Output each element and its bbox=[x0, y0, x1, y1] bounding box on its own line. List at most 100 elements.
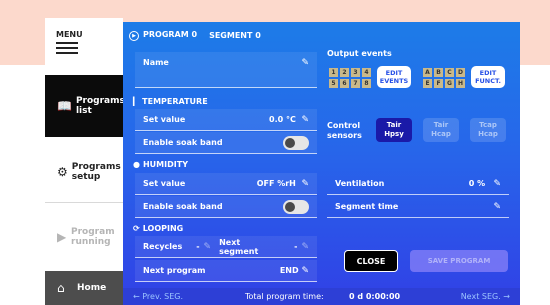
save-program-button[interactable]: SAVE PROGRAM bbox=[410, 250, 508, 272]
sensor-option-tcap-hcap[interactable]: Tcap Hcap bbox=[470, 118, 506, 142]
edit-events-line1: EDIT bbox=[385, 69, 403, 77]
event-letter: C bbox=[445, 68, 454, 77]
humidity-section-label: HUMIDITY bbox=[142, 160, 188, 169]
sidebar-item-label: Programs list bbox=[75, 96, 125, 116]
play-circle-icon: ▶ bbox=[57, 230, 67, 244]
next-program-row[interactable]: Next program END ✎ bbox=[135, 260, 317, 282]
pencil-icon[interactable]: ✎ bbox=[301, 115, 309, 125]
program-label: PROGRAM 0 bbox=[143, 30, 198, 39]
pencil-icon[interactable]: ✎ bbox=[301, 58, 309, 68]
arrow-right-icon: → bbox=[503, 292, 510, 301]
temperature-soak-band-label: Enable soak band bbox=[143, 138, 223, 147]
temperature-set-value-row[interactable]: Set value 0.0 °C ✎ bbox=[135, 109, 317, 131]
sidebar-item-programs-list[interactable]: 📖 Programs list bbox=[45, 75, 125, 137]
footer-bar: ← Prev. SEG. Total program time: 0 d 0:0… bbox=[123, 288, 520, 305]
sensor-option-tair-hcap[interactable]: Tair Hcap bbox=[423, 118, 459, 142]
pencil-icon[interactable]: ✎ bbox=[301, 266, 309, 276]
menu-button[interactable]: MENU bbox=[56, 30, 96, 54]
temperature-set-value-label: Set value bbox=[143, 115, 186, 124]
event-numbers-grid: 1 2 3 4 5 6 7 8 bbox=[329, 68, 371, 88]
total-program-time-label: Total program time: bbox=[245, 292, 324, 301]
edit-funct-line1: EDIT bbox=[479, 69, 497, 77]
toggle-knob bbox=[285, 201, 295, 212]
next-program-value: END bbox=[279, 265, 299, 275]
temperature-section-label: TEMPERATURE bbox=[142, 97, 208, 106]
hamburger-icon-line bbox=[56, 52, 78, 54]
prev-segment-button[interactable]: ← Prev. SEG. bbox=[133, 292, 183, 301]
edit-events-line2: EVENTS bbox=[379, 77, 409, 85]
ventilation-unit: % bbox=[477, 178, 486, 188]
program-editor-panel: ▶ PROGRAM 0 SEGMENT 0 Name ✎ ▎ TEMPERATUR… bbox=[123, 22, 520, 305]
segment-time-label: Segment time bbox=[335, 202, 399, 211]
play-icon: ▶ bbox=[129, 31, 139, 41]
event-letter: B bbox=[434, 68, 443, 77]
temperature-unit: °C bbox=[286, 114, 296, 124]
event-letter: F bbox=[434, 79, 443, 88]
next-segment-label: Next SEG. bbox=[460, 292, 501, 301]
control-sensors-label-line2: sensors bbox=[327, 131, 362, 140]
prev-segment-label: Prev. SEG. bbox=[142, 292, 184, 301]
looping-section-label: LOOPING bbox=[142, 224, 184, 233]
event-number: 4 bbox=[362, 68, 371, 77]
event-letter: E bbox=[423, 79, 432, 88]
sidebar-item-home[interactable]: ⌂ Home bbox=[45, 271, 125, 305]
sidebar-item-label: Programs setup bbox=[71, 161, 121, 182]
name-field[interactable]: Name ✎ bbox=[135, 52, 317, 88]
edit-funct-button[interactable]: EDIT FUNCT. bbox=[471, 66, 505, 88]
sensor-line1: Tair bbox=[433, 121, 449, 129]
next-segment-value[interactable]: - bbox=[294, 242, 297, 251]
thermometer-icon: ▎ bbox=[133, 97, 140, 106]
close-button[interactable]: CLOSE bbox=[344, 250, 398, 272]
event-letter: G bbox=[445, 79, 454, 88]
event-number: 5 bbox=[329, 79, 338, 88]
sensor-line2: Hpsy bbox=[384, 130, 404, 138]
temperature-section: ▎ TEMPERATURE bbox=[133, 97, 208, 106]
edit-events-button[interactable]: EDIT EVENTS bbox=[377, 66, 411, 88]
event-number: 6 bbox=[340, 79, 349, 88]
humidity-set-value: OFF bbox=[256, 178, 275, 188]
segment-time-row[interactable]: Segment time ✎ bbox=[327, 196, 509, 218]
sensor-option-tair-hpsy[interactable]: Tair Hpsy bbox=[376, 118, 412, 142]
humidity-set-value-label: Set value bbox=[143, 179, 186, 188]
recycles-label: Recycles bbox=[143, 242, 183, 251]
humidity-soak-band-label: Enable soak band bbox=[143, 202, 223, 211]
event-letter: H bbox=[456, 79, 465, 88]
event-letters-grid: A B C D E F G H bbox=[423, 68, 465, 88]
home-icon: ⌂ bbox=[57, 281, 65, 295]
event-number: 7 bbox=[351, 79, 360, 88]
temperature-soak-band-toggle[interactable] bbox=[283, 135, 309, 150]
sidebar-item-programs-setup[interactable]: ⚙ Programs setup bbox=[45, 141, 125, 203]
next-segment-label: Next segment bbox=[219, 237, 259, 256]
humidity-soak-band-toggle[interactable] bbox=[283, 199, 309, 214]
output-events-label-text: Output events bbox=[327, 49, 392, 58]
pencil-icon[interactable]: ✎ bbox=[204, 242, 212, 252]
next-segment-button[interactable]: Next SEG. → bbox=[461, 292, 510, 301]
ventilation-row[interactable]: Ventilation 0 % ✎ bbox=[327, 173, 509, 195]
humidity-set-value-row[interactable]: Set value OFF %rH ✎ bbox=[135, 173, 317, 195]
sidebar-item-program-running[interactable]: ▶ Program running bbox=[45, 206, 125, 268]
sensor-line2: Hcap bbox=[478, 130, 498, 138]
humidity-unit: %rH bbox=[277, 178, 296, 188]
ventilation-value: 0 bbox=[468, 178, 475, 188]
sidebar-item-label: Program running bbox=[71, 227, 115, 247]
pencil-icon[interactable]: ✎ bbox=[301, 242, 309, 252]
name-label: Name bbox=[143, 58, 169, 67]
humidity-soak-band-row: Enable soak band bbox=[135, 196, 317, 218]
control-sensors-label: Control sensors bbox=[327, 121, 362, 140]
menu-label: MENU bbox=[56, 30, 83, 39]
recycles-value[interactable]: - bbox=[196, 242, 199, 251]
arrow-left-icon: ← bbox=[133, 292, 140, 301]
program-indicator: ▶ PROGRAM 0 bbox=[129, 30, 197, 41]
event-number: 8 bbox=[362, 79, 371, 88]
panel-header: ▶ PROGRAM 0 SEGMENT 0 bbox=[129, 30, 261, 41]
pencil-icon[interactable]: ✎ bbox=[493, 202, 501, 212]
segment-label: SEGMENT 0 bbox=[209, 31, 261, 40]
total-program-time-value: 0 d 0:00:00 bbox=[349, 292, 401, 301]
event-letter: D bbox=[456, 68, 465, 77]
pencil-icon[interactable]: ✎ bbox=[301, 179, 309, 189]
sensor-line1: Tcap bbox=[479, 121, 497, 129]
gear-icon: ⚙ bbox=[57, 164, 68, 179]
hamburger-icon-line bbox=[56, 47, 78, 49]
event-number: 3 bbox=[351, 68, 360, 77]
pencil-icon[interactable]: ✎ bbox=[493, 179, 501, 189]
